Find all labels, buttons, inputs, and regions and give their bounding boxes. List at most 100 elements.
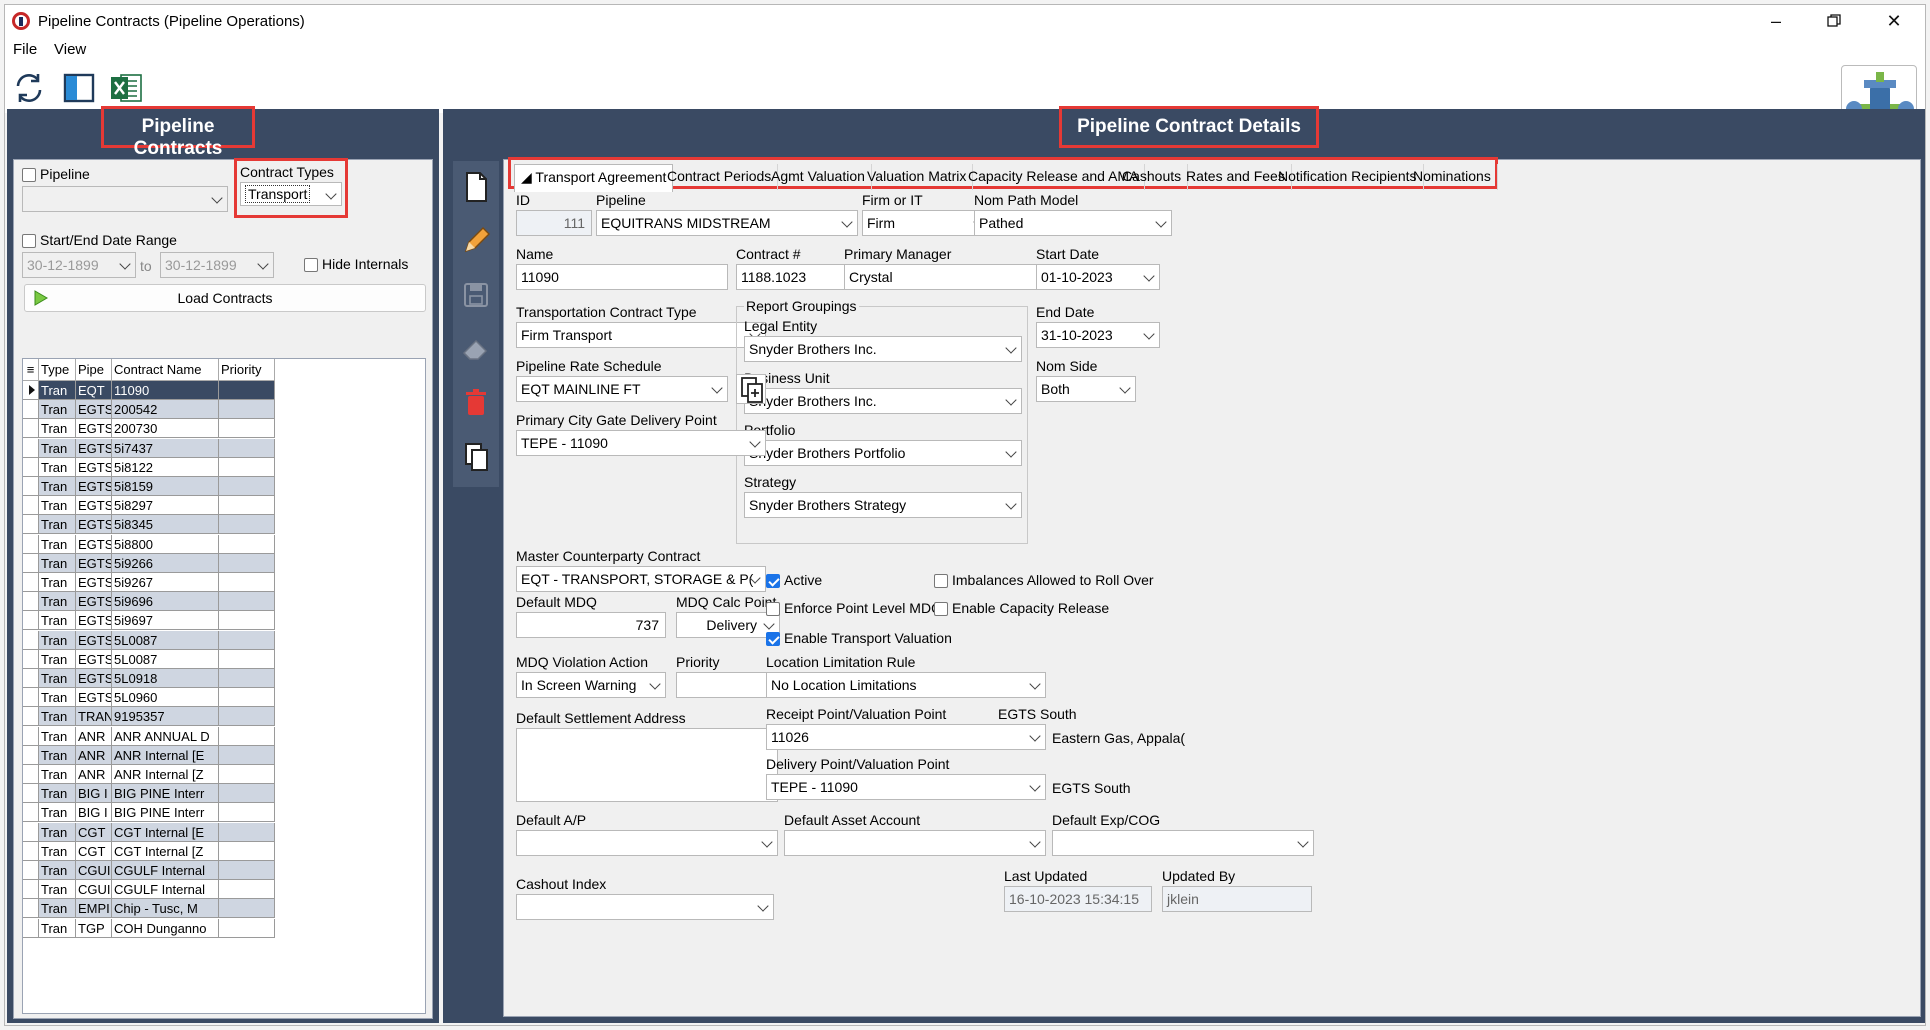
row-indicator[interactable] (23, 400, 39, 420)
row-indicator[interactable] (23, 745, 39, 765)
col-pipe[interactable]: Pipe (76, 359, 112, 381)
table-row[interactable]: Tran EGTS 5i9267 (23, 573, 285, 592)
row-indicator[interactable] (23, 649, 39, 669)
refresh-icon[interactable] (11, 71, 47, 105)
row-indicator[interactable] (23, 784, 39, 804)
table-row[interactable]: Tran ANR ANR Internal [Z (23, 765, 285, 784)
table-row[interactable]: Tran CGUI CGULF Internal (23, 880, 285, 900)
eraser-icon[interactable] (458, 331, 494, 367)
date-range-checkbox[interactable] (22, 234, 36, 248)
new-document-icon[interactable] (458, 169, 494, 205)
row-indicator[interactable] (23, 880, 39, 900)
row-indicator[interactable] (23, 726, 39, 746)
table-row[interactable]: Tran CGT CGT Internal [Z (23, 841, 285, 861)
strategy-select[interactable]: Snyder Brothers Strategy (744, 492, 1022, 518)
row-indicator[interactable] (23, 438, 39, 458)
row-indicator[interactable] (23, 573, 39, 592)
table-row[interactable]: Tran EGTS 5L0087 (23, 649, 285, 669)
table-row[interactable]: Tran EGTS 5i8345 (23, 515, 285, 535)
layout-panel-icon[interactable] (61, 71, 97, 105)
contracts-grid[interactable]: ≡ Type Pipe Contract Name Priority Tran E… (22, 358, 426, 1014)
row-indicator[interactable] (23, 477, 39, 496)
copy-icon[interactable] (458, 439, 494, 475)
master-contract-select[interactable]: EQT - TRANSPORT, STORAGE & P( (516, 566, 766, 592)
table-row[interactable]: Tran BIG I BIG PINE Interr (23, 803, 285, 823)
row-indicator[interactable] (23, 553, 39, 573)
tab-contract-periods[interactable]: Contract Periods (661, 164, 779, 190)
row-indicator[interactable] (23, 669, 39, 688)
tab-agmt-valuation[interactable]: Agmt Valuation (765, 164, 872, 190)
row-indicator[interactable] (23, 899, 39, 919)
row-indicator[interactable] (23, 841, 39, 861)
table-row[interactable]: Tran EGTS 5i9266 (23, 553, 285, 573)
table-row[interactable]: Tran EGTS 5i9697 (23, 611, 285, 631)
table-row[interactable]: Tran EMPI Chip - Tusc, M (23, 899, 285, 919)
table-row[interactable]: Tran EGTS 5i8122 (23, 457, 285, 477)
table-row[interactable]: Tran EGTS 200542 (23, 400, 285, 420)
row-indicator[interactable] (23, 688, 39, 708)
col-type[interactable]: Type (39, 359, 76, 381)
end-date-picker[interactable]: 30-12-1899 (160, 252, 274, 278)
row-indicator[interactable] (23, 630, 39, 650)
start-date-picker[interactable]: 01-10-2023 (1036, 264, 1160, 290)
grid-menu-icon[interactable]: ≡ (23, 359, 39, 381)
excel-export-icon[interactable] (109, 71, 145, 105)
tab-notification-recipients[interactable]: Notification Recipients (1272, 164, 1424, 190)
row-indicator[interactable] (23, 861, 39, 880)
col-priority[interactable]: Priority (219, 359, 275, 381)
rate-schedule-select[interactable]: EQT MAINLINE FT (516, 376, 728, 402)
table-row[interactable]: Tran EGTS 5L0918 (23, 669, 285, 688)
violation-action-select[interactable]: In Screen Warning (516, 672, 666, 698)
table-row[interactable]: Tran EGTS 5i8159 (23, 477, 285, 496)
row-indicator[interactable] (23, 803, 39, 823)
table-row[interactable]: Tran EGTS 5i7437 (23, 438, 285, 458)
tab-nominations[interactable]: Nominations (1407, 164, 1498, 190)
row-indicator-icon[interactable] (23, 381, 39, 400)
table-row[interactable]: Tran ANR ANR ANNUAL D (23, 726, 285, 746)
priority-field[interactable] (676, 672, 780, 698)
legal-entity-select[interactable]: Snyder Brothers Inc. (744, 336, 1022, 362)
table-row[interactable]: Tran EGTS 5i8297 (23, 496, 285, 516)
restore-icon[interactable] (1811, 5, 1857, 37)
transport-valuation-checkbox[interactable] (766, 632, 780, 646)
default-mdq-field[interactable]: 737 (516, 612, 666, 638)
tab-cashouts[interactable]: Cashouts (1116, 164, 1189, 190)
table-row[interactable]: Tran EGTS 200730 (23, 419, 285, 439)
business-unit-select[interactable]: Snyder Brothers Inc. (744, 388, 1022, 414)
load-contracts-button[interactable]: Load Contracts (24, 284, 426, 312)
exp-cog-select[interactable] (1052, 830, 1314, 856)
close-icon[interactable]: ✕ (1871, 5, 1917, 37)
col-contract-name[interactable]: Contract Name (112, 359, 219, 381)
table-row[interactable]: Tran BIG I BIG PINE Interr (23, 784, 285, 804)
enforce-mdq-checkbox[interactable] (766, 602, 780, 616)
receipt-point-select[interactable]: 11026 (766, 724, 1046, 750)
default-ap-select[interactable] (516, 830, 778, 856)
pipeline-checkbox[interactable] (22, 168, 36, 182)
row-indicator[interactable] (23, 419, 39, 439)
add-rate-schedule-icon[interactable] (736, 374, 766, 404)
hide-internals-checkbox[interactable] (304, 258, 318, 272)
table-row[interactable]: Tran EGTS 5L0960 (23, 688, 285, 708)
delivery-point-select[interactable]: TEPE - 11090 (766, 774, 1046, 800)
row-indicator[interactable] (23, 515, 39, 535)
end-date-picker[interactable]: 31-10-2023 (1036, 322, 1160, 348)
tab-valuation-matrix[interactable]: Valuation Matrix (861, 164, 974, 190)
contract-types-select[interactable]: Transport (240, 182, 342, 206)
start-date-picker[interactable]: 30-12-1899 (22, 252, 136, 278)
edit-pencil-icon[interactable] (458, 223, 494, 259)
location-rule-select[interactable]: No Location Limitations (766, 672, 1046, 698)
active-checkbox[interactable] (766, 574, 780, 588)
imbalances-checkbox[interactable] (934, 574, 948, 588)
menu-view[interactable]: View (54, 41, 86, 58)
contract-no-field[interactable]: 1188.1023 (736, 264, 860, 290)
row-indicator[interactable] (23, 707, 39, 727)
row-indicator[interactable] (23, 765, 39, 784)
table-row[interactable]: Tran CGUI CGULF Internal (23, 861, 285, 880)
name-field[interactable]: 11090 (516, 264, 728, 290)
table-row[interactable]: Tran EGTS 5L0087 (23, 630, 285, 650)
tct-select[interactable]: Firm Transport (516, 322, 766, 348)
cashout-index-select[interactable] (516, 894, 774, 920)
table-row[interactable]: Tran ANR ANR Internal [E (23, 745, 285, 765)
pipeline-select[interactable]: EQUITRANS MIDSTREAM (596, 210, 858, 236)
capacity-release-checkbox[interactable] (934, 602, 948, 616)
